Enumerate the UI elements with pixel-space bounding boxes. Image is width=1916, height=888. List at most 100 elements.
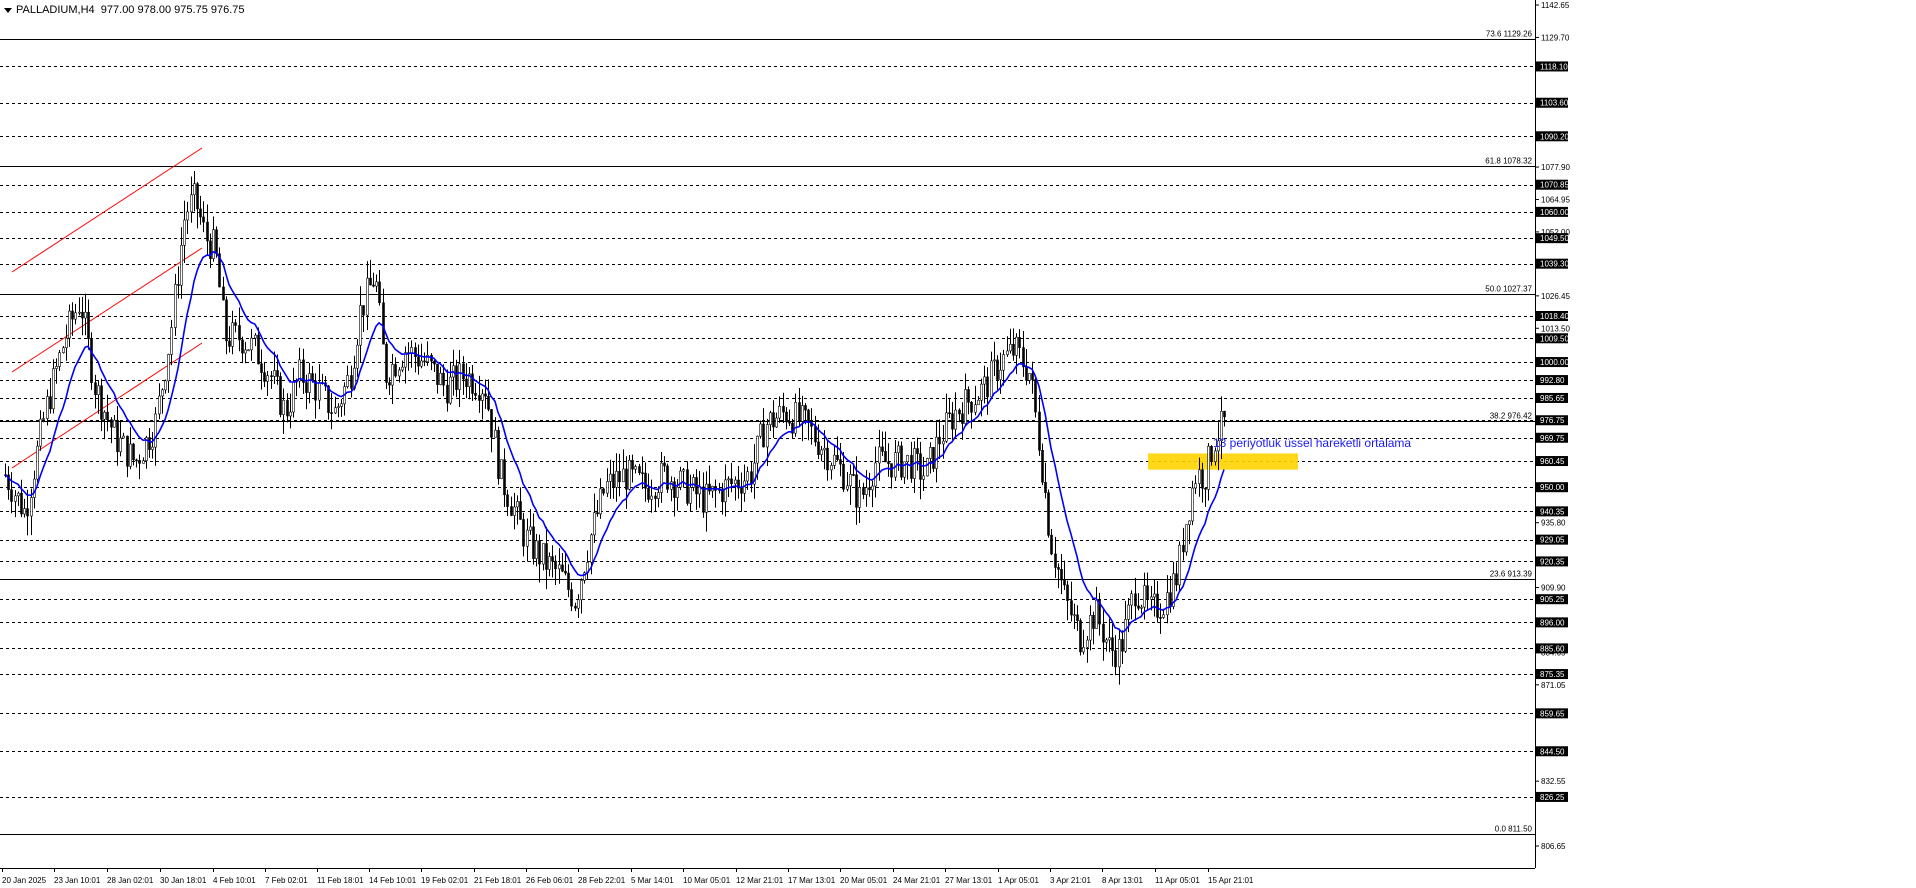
candle-body <box>247 349 250 352</box>
candle-body <box>558 564 561 570</box>
candle-body <box>529 526 532 531</box>
candle-body <box>1073 614 1076 617</box>
candle-body <box>801 405 804 422</box>
candle-body <box>129 443 132 467</box>
candle-body <box>375 281 378 287</box>
candle-body <box>391 364 394 386</box>
candle-body <box>254 334 257 339</box>
candle-body <box>807 409 810 423</box>
candle-body <box>161 389 164 397</box>
candle-body <box>1204 487 1207 490</box>
candle-body <box>462 363 465 380</box>
candle-body <box>1111 637 1114 651</box>
candle-body <box>958 409 961 415</box>
candle-body <box>513 506 516 516</box>
level-price-label: 1018.40 <box>1540 312 1569 321</box>
candle-body <box>510 506 513 516</box>
level-price-label: 976.75 <box>1540 416 1565 425</box>
candle-body <box>1201 469 1204 489</box>
candle-body <box>330 412 333 414</box>
candle-body <box>865 487 868 495</box>
candle-body <box>932 447 935 469</box>
level-price-label: 896.00 <box>1540 618 1565 627</box>
candle-body <box>564 570 567 574</box>
candle-body <box>1114 650 1117 668</box>
candle-body <box>542 543 545 565</box>
candle-body <box>1041 450 1044 483</box>
candle-body <box>689 487 692 504</box>
candle-body <box>410 347 413 354</box>
candle-body <box>481 393 484 401</box>
candle-body <box>990 360 993 398</box>
candle-body <box>574 605 577 609</box>
candle-body <box>286 399 289 417</box>
candle-body <box>90 338 93 384</box>
ema-annotation: 13 periyotluk üssel hareketli ortalama <box>1213 436 1411 450</box>
candle-body <box>222 286 225 301</box>
candle-body <box>484 393 487 397</box>
level-price-label: 950.00 <box>1540 483 1565 492</box>
candle-body <box>385 343 388 383</box>
candle-body <box>234 322 237 326</box>
level-price-label: 969.75 <box>1540 434 1565 443</box>
candle-body <box>625 468 628 490</box>
time-tick-label: 23 Jan 10:01 <box>54 876 101 885</box>
candle-body <box>798 402 801 422</box>
candle-body <box>919 453 922 480</box>
candle-body <box>746 471 749 482</box>
candle-body <box>852 474 855 476</box>
candle-body <box>548 556 551 570</box>
candle-body <box>522 519 525 547</box>
ohlc-values: 977.00 978.00 975.75 976.75 <box>100 4 245 16</box>
candle-body <box>1015 336 1018 356</box>
candle-body <box>42 418 45 420</box>
candle-body <box>180 244 183 286</box>
candle-body <box>148 437 151 450</box>
candle-body <box>554 560 557 570</box>
candle-body <box>174 284 177 328</box>
candle-body <box>862 487 865 495</box>
candle-body <box>292 381 295 413</box>
candle-body <box>494 429 497 438</box>
candle-body <box>1002 354 1005 371</box>
candle-body <box>1150 596 1153 600</box>
candle-body <box>167 354 170 382</box>
candle-body <box>49 396 52 410</box>
candle-body <box>993 359 996 362</box>
candle-body <box>615 471 618 488</box>
candle-body <box>289 411 292 417</box>
candle-body <box>833 454 836 466</box>
candle-body <box>151 446 154 450</box>
level-price-label: 920.35 <box>1540 557 1565 566</box>
level-price-label: 826.25 <box>1540 793 1565 802</box>
candle-body <box>849 474 852 487</box>
candle-body <box>782 405 785 413</box>
level-price-label: 985.65 <box>1540 394 1565 403</box>
candle-body <box>634 466 637 470</box>
candle-body <box>686 469 689 504</box>
dropdown-triangle-icon[interactable] <box>4 7 12 13</box>
candle-body <box>478 395 481 401</box>
candle-body <box>759 423 762 437</box>
candle-body <box>638 466 641 473</box>
time-tick-label: 28 Feb 22:01 <box>578 876 626 885</box>
candle-body <box>474 393 477 396</box>
candle-body <box>734 479 737 485</box>
candle-body <box>1070 600 1073 616</box>
chart-header[interactable]: PALLADIUM,H4 977.00 978.00 975.75 976.75 <box>4 4 245 16</box>
candle-body <box>439 372 442 385</box>
candle-body <box>398 369 401 377</box>
candle-body <box>231 322 234 347</box>
candle-body <box>1047 492 1050 536</box>
candle-body <box>887 461 890 464</box>
candle-body <box>1031 373 1034 380</box>
price-tick-label: 806.65 <box>1541 842 1566 851</box>
candle-body <box>724 479 727 503</box>
candle-body <box>1108 637 1111 641</box>
time-tick-label: 24 Mar 21:01 <box>893 876 941 885</box>
level-price-label: 929.05 <box>1540 536 1565 545</box>
candle-body <box>1194 483 1197 489</box>
candle-body <box>270 375 273 377</box>
candle-body <box>449 376 452 404</box>
candle-body <box>244 349 247 354</box>
